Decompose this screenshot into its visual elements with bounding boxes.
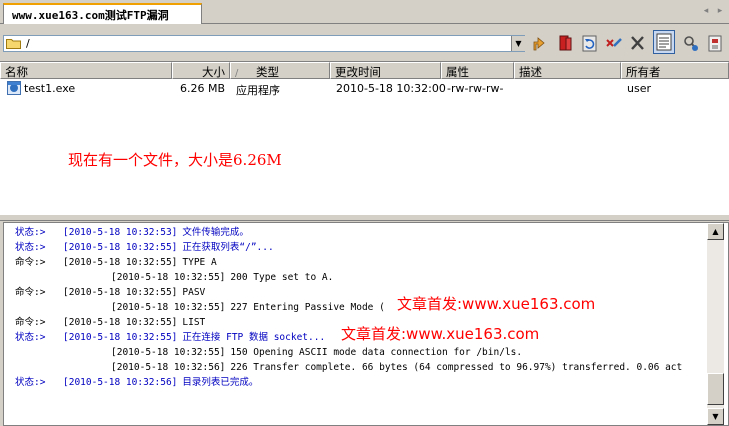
column-header-description[interactable]: 描述 — [514, 62, 621, 79]
scroll-thumb[interactable] — [707, 373, 724, 405]
log-message: 目录列表已完成。 — [182, 377, 259, 388]
log-timestamp: [2010-5-18 10:32:55] — [111, 272, 226, 283]
log-line: [2010-5-18 10:32:55] 227 Entering Passive… — [15, 300, 385, 315]
log-line: [2010-5-18 10:32:56] 226 Transfer complet… — [15, 360, 682, 375]
log-message: LIST — [182, 317, 206, 328]
log-label: 状态:> — [15, 242, 46, 253]
log-label: 命令:> — [15, 257, 46, 268]
go-up-icon[interactable] — [530, 32, 550, 54]
log-timestamp: [2010-5-18 10:32:56] — [63, 377, 178, 388]
log-message: 150 Opening ASCII mode data connection f… — [230, 347, 523, 358]
log-timestamp: [2010-5-18 10:32:56] — [111, 362, 226, 373]
log-label: 状态:> — [15, 332, 46, 343]
column-header-size[interactable]: 大小 — [172, 62, 230, 79]
log-line: [2010-5-18 10:32:55] 200 Type set to A. — [15, 270, 333, 285]
column-header-type[interactable]: / 类型 — [230, 62, 330, 79]
log-label: 命令:> — [15, 317, 46, 328]
log-message: 文件传输完成。 — [182, 227, 249, 238]
address-toolbar: / ▼ — [0, 25, 729, 61]
log-line: 状态:> [2010-5-18 10:32:55] 正在获取列表“/”... — [15, 240, 274, 255]
file-owner: user — [627, 82, 651, 95]
scroll-up-button[interactable]: ▲ — [707, 223, 724, 240]
log-line: 命令:> [2010-5-18 10:32:55] LIST — [15, 315, 205, 330]
log-message: 正在连接 FTP 数据 socket... — [182, 332, 326, 343]
log-message: 227 Entering Passive Mode ( — [230, 302, 385, 313]
log-message: TYPE A — [182, 257, 217, 268]
cancel-icon[interactable] — [628, 32, 648, 54]
refresh-icon[interactable] — [580, 32, 600, 54]
log-line: [2010-5-18 10:32:55] 150 Opening ASCII mo… — [15, 345, 522, 360]
bookmark-icon[interactable] — [556, 32, 576, 54]
path-text: / — [26, 37, 30, 50]
log-label: 命令:> — [15, 287, 46, 298]
tab-scroll-right-icon[interactable]: ▸ — [714, 6, 726, 18]
log-timestamp: [2010-5-18 10:32:55] — [111, 302, 226, 313]
preferences-icon[interactable] — [706, 32, 726, 54]
log-message: 正在获取列表“/”... — [182, 242, 274, 253]
panel-splitter[interactable] — [0, 214, 729, 221]
tab-bar: www.xue163.com测试FTP漏洞 ◂ ▸ — [0, 0, 729, 24]
file-modified: 2010-5-18 10:32:00 — [336, 82, 446, 95]
log-timestamp: [2010-5-18 10:32:55] — [63, 317, 178, 328]
log-message: 200 Type set to A. — [230, 272, 334, 283]
file-name: test1.exe — [24, 82, 76, 95]
log-line: 状态:> [2010-5-18 10:32:56] 目录列表已完成。 — [15, 375, 258, 390]
log-panel[interactable]: 状态:> [2010-5-18 10:32:53] 文件传输完成。 状态:> [2010… — [3, 222, 729, 426]
sort-indicator-icon: / — [235, 68, 239, 79]
log-line: 命令:> [2010-5-18 10:32:55] TYPE A — [15, 255, 217, 270]
scroll-down-button[interactable]: ▼ — [707, 408, 724, 425]
log-line: 状态:> [2010-5-18 10:32:53] 文件传输完成。 — [15, 225, 249, 240]
watermark-text: 文章首发:www.xue163.com — [341, 325, 540, 343]
table-row[interactable]: test1.exe 6.26 MB 应用程序 2010-5-18 10:32:0… — [0, 80, 729, 97]
tab-scroll-left-icon[interactable]: ◂ — [700, 6, 712, 18]
column-header-owner[interactable]: 所有者 — [621, 62, 729, 79]
log-timestamp: [2010-5-18 10:32:55] — [63, 257, 178, 268]
column-header-modified[interactable]: 更改时间 — [330, 62, 441, 79]
file-list[interactable]: 名称 大小 / 类型 更改时间 属性 描述 所有者 test1.exe 6.26… — [0, 61, 729, 214]
log-message: PASV — [182, 287, 206, 298]
log-timestamp: [2010-5-18 10:32:53] — [63, 227, 178, 238]
log-timestamp: [2010-5-18 10:32:55] — [111, 347, 226, 358]
exe-file-icon — [7, 81, 21, 95]
column-header-name[interactable]: 名称 — [0, 62, 172, 79]
file-attributes: -rw-rw-rw- — [447, 82, 504, 95]
log-timestamp: [2010-5-18 10:32:55] — [63, 242, 178, 253]
watermark-text: 文章首发:www.xue163.com — [397, 295, 596, 313]
log-line: 状态:> [2010-5-18 10:32:55] 正在连接 FTP 数据 sock… — [15, 330, 325, 345]
path-combobox[interactable]: / ▼ — [3, 35, 525, 52]
log-timestamp: [2010-5-18 10:32:55] — [63, 287, 178, 298]
file-type: 应用程序 — [236, 84, 280, 97]
log-message: 226 Transfer complete. 66 bytes (64 comp… — [230, 362, 683, 373]
path-dropdown-button[interactable]: ▼ — [511, 36, 525, 51]
annotation-text: 现在有一个文件，大小是6.26M — [68, 151, 282, 169]
folder-icon — [6, 39, 21, 49]
settings-icon[interactable] — [681, 32, 701, 54]
session-tab[interactable]: www.xue163.com测试FTP漏洞 — [3, 3, 202, 24]
column-header-attributes[interactable]: 属性 — [441, 62, 514, 79]
file-size: 6.26 MB — [179, 82, 225, 95]
log-timestamp: [2010-5-18 10:32:55] — [63, 332, 178, 343]
log-label: 状态:> — [15, 377, 46, 388]
log-line: 命令:> [2010-5-18 10:32:55] PASV — [15, 285, 205, 300]
disconnect-icon[interactable] — [604, 32, 624, 54]
log-view-icon[interactable] — [653, 30, 675, 54]
session-tab-label: www.xue163.com测试FTP漏洞 — [12, 9, 169, 22]
log-scrollbar[interactable]: ▲ ▼ — [707, 223, 724, 425]
log-label: 状态:> — [15, 227, 46, 238]
